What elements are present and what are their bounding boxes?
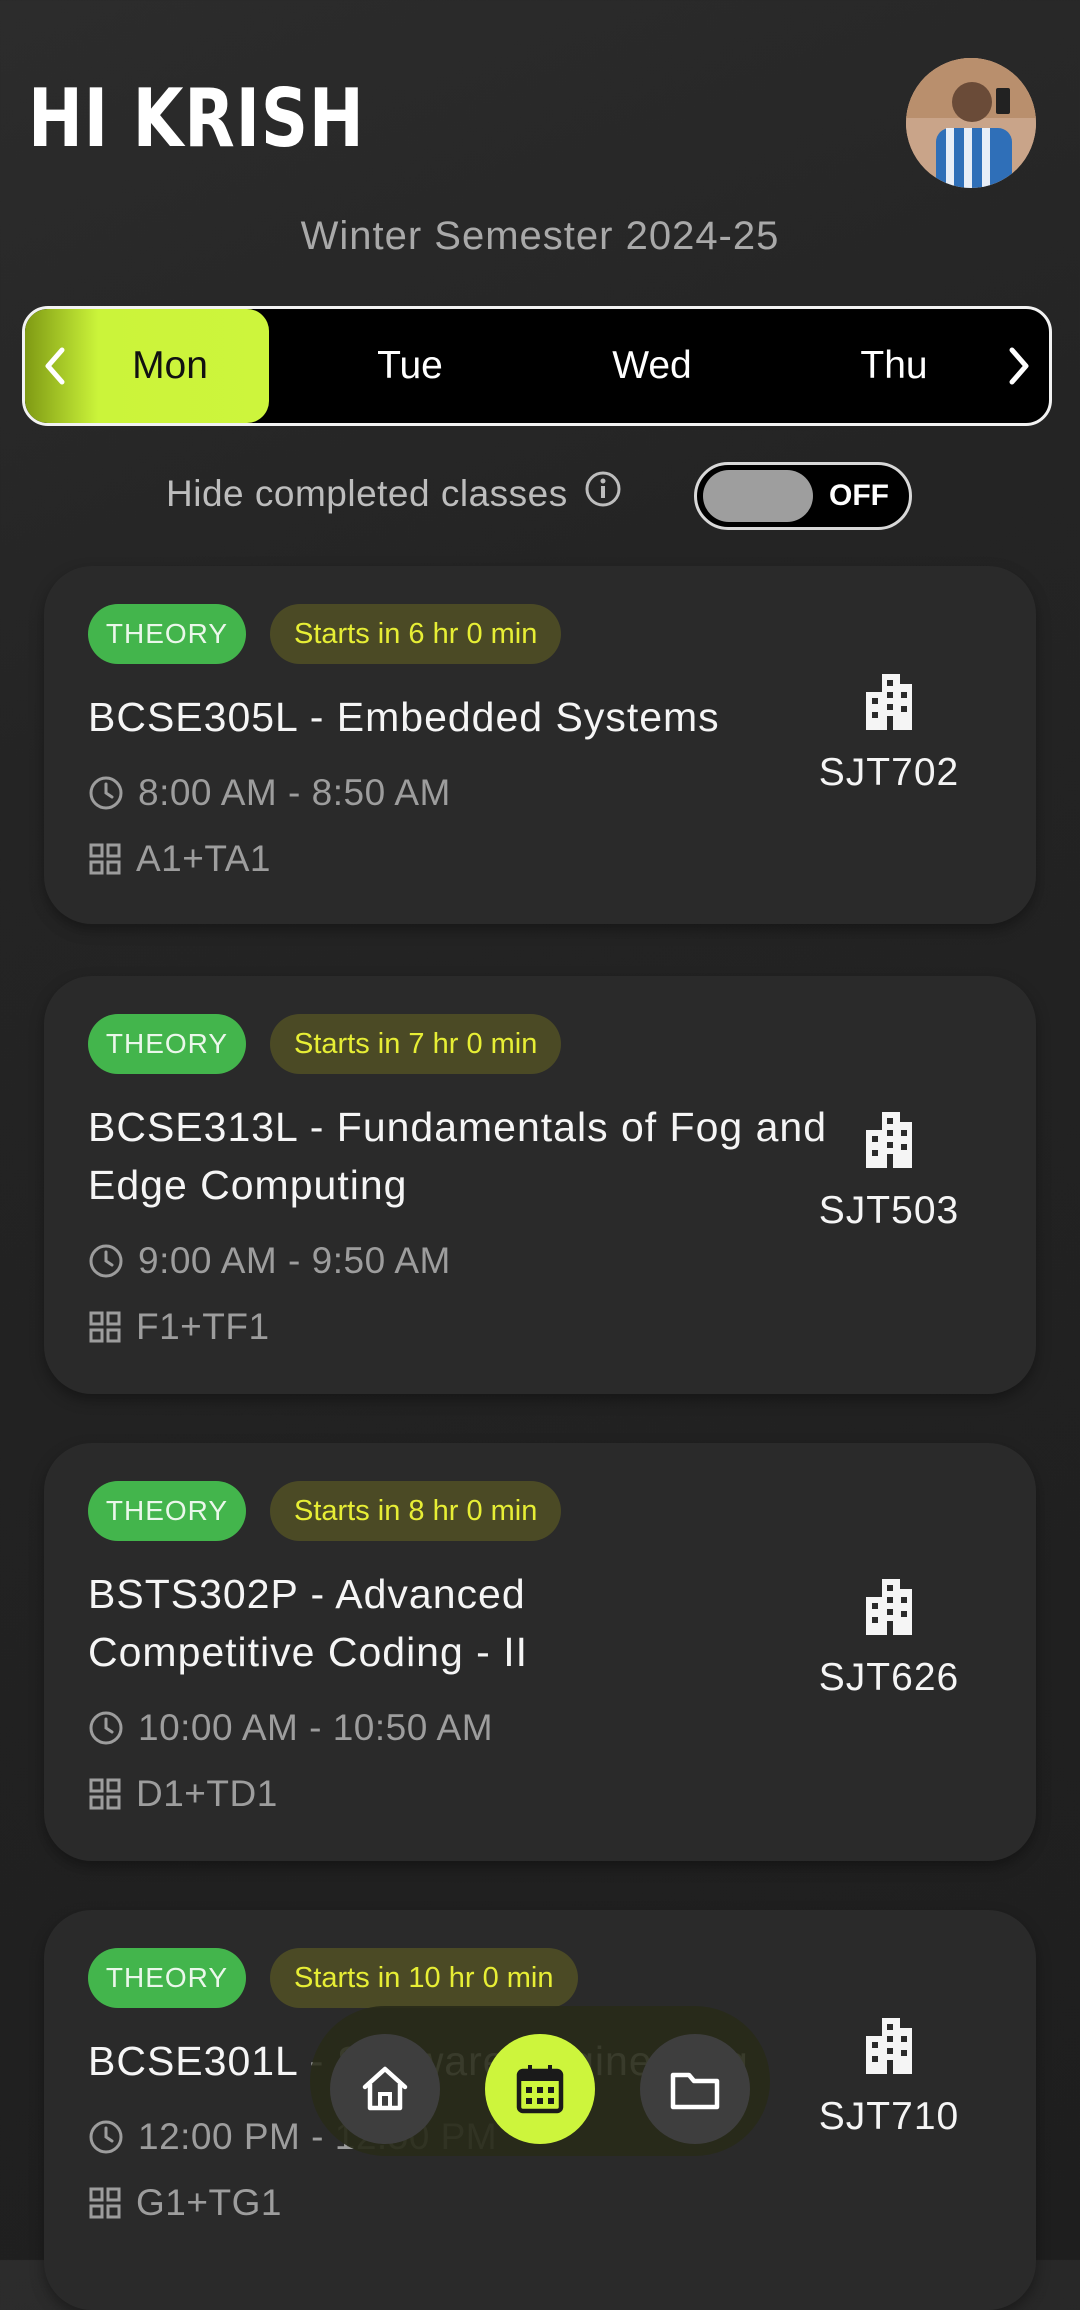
type-badge: THEORY [88, 1948, 246, 2008]
chevron-left-icon[interactable] [31, 341, 79, 391]
room-label: SJT626 [818, 1656, 960, 1699]
grid-icon [89, 2187, 121, 2219]
day-tab-thu[interactable]: Thu [819, 309, 969, 423]
home-icon[interactable] [330, 2034, 440, 2144]
starts-in-badge: Starts in 8 hr 0 min [270, 1481, 562, 1541]
class-card[interactable]: THEORY Starts in 7 hr 0 min BCSE313L - F… [44, 976, 1036, 1394]
room-label: SJT503 [818, 1189, 960, 1232]
bottom-nav [310, 2006, 770, 2156]
slot-text: F1+TF1 [136, 1306, 270, 1347]
type-badge: THEORY [88, 1481, 246, 1541]
building-icon [866, 674, 912, 730]
class-slot: F1+TF1 [88, 1306, 270, 1348]
class-card[interactable]: THEORY Starts in 6 hr 0 min BCSE305L - E… [44, 566, 1036, 924]
room-label: SJT710 [818, 2095, 960, 2138]
grid-icon [89, 1311, 121, 1343]
room-block: SJT503 [814, 1104, 964, 1233]
day-tab-tue[interactable]: Tue [335, 309, 485, 423]
info-icon[interactable] [584, 470, 622, 517]
room-block: SJT710 [814, 2010, 964, 2139]
class-card[interactable]: THEORY Starts in 8 hr 0 min BSTS302P - A… [44, 1443, 1036, 1861]
hide-completed-toggle[interactable]: OFF [694, 462, 912, 530]
avatar[interactable] [906, 58, 1036, 188]
class-slot: D1+TD1 [88, 1773, 278, 1815]
clock-icon [89, 776, 123, 810]
semester-label: Winter Semester 2024-25 [300, 214, 780, 258]
day-selector: Mon Tue Wed Thu [22, 306, 1052, 426]
class-slot: G1+TG1 [88, 2182, 282, 2224]
toggle-state-label: OFF [829, 479, 889, 512]
room-block: SJT626 [814, 1571, 964, 1700]
slot-text: G1+TG1 [136, 2182, 282, 2223]
starts-in-badge: Starts in 10 hr 0 min [270, 1948, 578, 2008]
greeting-title: HI KRISH [28, 72, 365, 165]
time-text: 8:00 AM - 8:50 AM [138, 772, 451, 813]
building-icon [866, 1112, 912, 1168]
chevron-right-icon[interactable] [995, 341, 1043, 391]
slot-text: A1+TA1 [136, 838, 271, 879]
clock-icon [89, 1244, 123, 1278]
class-slot: A1+TA1 [88, 838, 271, 880]
calendar-icon[interactable] [485, 2034, 595, 2144]
room-block: SJT702 [814, 666, 964, 795]
class-time: 8:00 AM - 8:50 AM [88, 772, 451, 814]
avatar-photo [906, 58, 1036, 188]
class-time: 10:00 AM - 10:50 AM [88, 1707, 493, 1749]
day-tab-mon[interactable]: Mon [95, 309, 245, 423]
time-text: 10:00 AM - 10:50 AM [138, 1707, 494, 1748]
hide-completed-label: Hide completed classes [166, 472, 568, 514]
grid-icon [89, 1778, 121, 1810]
grid-icon [89, 843, 121, 875]
slot-text: D1+TD1 [136, 1773, 278, 1814]
building-icon [866, 1579, 912, 1635]
toggle-knob [703, 470, 813, 522]
course-title: BCSE313L - Fundamentals of Fog and Edge … [88, 1104, 828, 1208]
building-icon [866, 2018, 912, 2074]
course-title: BSTS302P - Advanced Competitive Coding -… [88, 1571, 529, 1675]
starts-in-badge: Starts in 7 hr 0 min [270, 1014, 562, 1074]
clock-icon [89, 1711, 123, 1745]
starts-in-badge: Starts in 6 hr 0 min [270, 604, 562, 664]
hide-completed-row: Hide completed classes [166, 470, 622, 517]
class-time: 9:00 AM - 9:50 AM [88, 1240, 451, 1282]
type-badge: THEORY [88, 1014, 246, 1074]
folder-icon[interactable] [640, 2034, 750, 2144]
time-text: 9:00 AM - 9:50 AM [138, 1240, 451, 1281]
course-title: BCSE305L - Embedded Systems [88, 694, 720, 740]
day-tab-wed[interactable]: Wed [577, 309, 727, 423]
room-label: SJT702 [818, 751, 960, 794]
type-badge: THEORY [88, 604, 246, 664]
clock-icon [89, 2120, 123, 2154]
